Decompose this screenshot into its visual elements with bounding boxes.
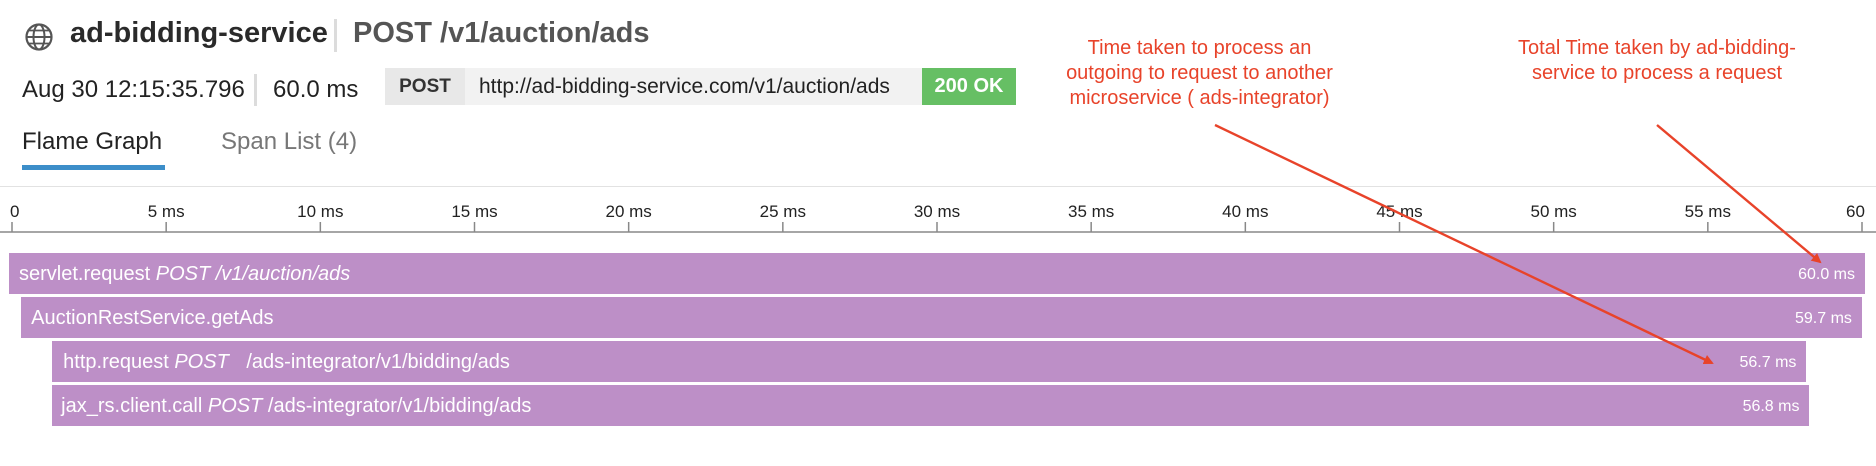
ruler-tick-label: 30 ms — [914, 202, 960, 221]
annotation-total-time: Total Time taken by ad-bidding-service t… — [1518, 37, 1796, 84]
span-auction-rest-service[interactable]: AuctionRestService.getAds 59.7 ms — [20, 296, 1863, 339]
span-label: AuctionRestService.getAds — [31, 307, 274, 329]
time-ruler: 0 5 ms 10 ms 15 ms 20 ms 25 ms 30 ms 35 ms 40 ms… — [0, 202, 1876, 233]
meta-divider — [254, 74, 257, 106]
span-servlet-request[interactable]: servlet.request POST /v1/auction/ads 60.… — [8, 252, 1866, 295]
globe-icon — [25, 23, 53, 51]
ruler-tick-label: 55 ms — [1685, 202, 1731, 221]
span-label: servlet.request POST /v1/auction/ads — [19, 263, 351, 285]
endpoint-title: POST /v1/auction/ads — [353, 17, 650, 49]
ruler-tick-label: 40 ms — [1222, 202, 1268, 221]
trace-duration: 60.0 ms — [273, 76, 359, 103]
span-duration: 56.8 ms — [1742, 398, 1800, 415]
annotation-outgoing-request: Time taken to process an outgoing to req… — [1066, 37, 1333, 109]
ruler-tick-label: 50 ms — [1531, 202, 1577, 221]
active-tab-indicator — [22, 165, 165, 170]
arrow-to-total-time — [1656, 124, 1822, 264]
ruler-tick-label: 20 ms — [606, 202, 652, 221]
header-divider — [334, 19, 337, 52]
status-badge: 200 OK — [922, 68, 1016, 105]
request-url: http://ad-bidding-service.com/v1/auction… — [465, 68, 922, 105]
ruler-tick-label: 60 — [1846, 202, 1865, 221]
span-duration: 59.7 ms — [1794, 310, 1852, 327]
ruler-tick-label: 10 ms — [297, 202, 343, 221]
ruler-tick-label: 15 ms — [451, 202, 497, 221]
tabs-divider — [0, 186, 1876, 187]
span-label: http.request POST /ads-integrator/v1/bid… — [63, 351, 510, 373]
trace-timestamp: Aug 30 12:15:35.796 — [22, 76, 245, 103]
ruler-tick-label: 5 ms — [148, 202, 185, 221]
ruler-tick-label: 35 ms — [1068, 202, 1114, 221]
ruler-tick-label: 0 — [10, 202, 19, 221]
tab-span-list[interactable]: Span List (4) — [221, 128, 357, 156]
span-jax-rs-client-call[interactable]: jax_rs.client.call POST /ads-integrator/… — [51, 384, 1811, 427]
ruler-tick-label: 25 ms — [760, 202, 806, 221]
method-badge: POST — [385, 68, 465, 105]
span-label: jax_rs.client.call POST /ads-integrator/… — [61, 395, 532, 417]
span-duration: 56.7 ms — [1739, 354, 1797, 371]
span-http-request[interactable]: http.request POST /ads-integrator/v1/bid… — [51, 340, 1808, 383]
tab-flame-graph[interactable]: Flame Graph — [22, 128, 162, 156]
span-duration: 60.0 ms — [1798, 266, 1855, 283]
service-name: ad-bidding-service — [70, 17, 328, 49]
ruler-tick-label: 45 ms — [1376, 202, 1422, 221]
